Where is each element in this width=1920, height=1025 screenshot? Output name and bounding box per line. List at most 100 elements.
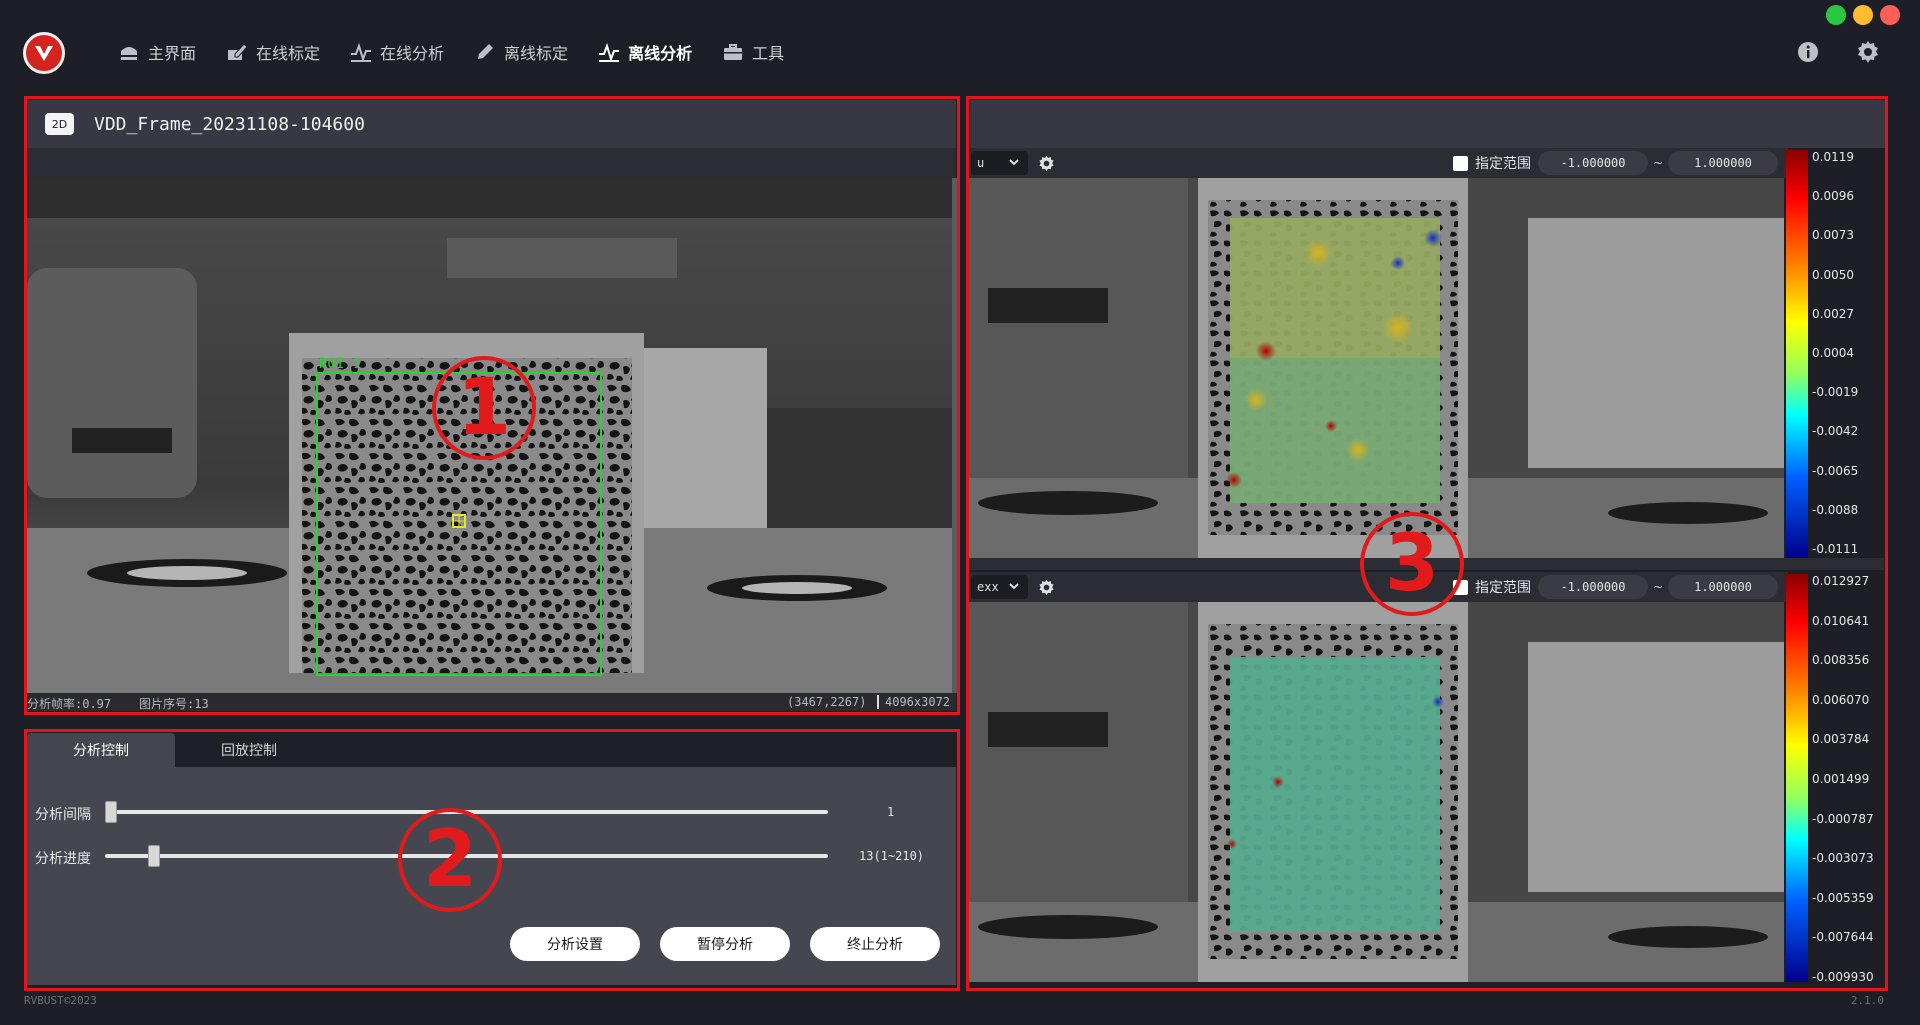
exx-field-overlay-image — [968, 602, 1784, 982]
nav-offline-analysis-label: 离线分析 — [628, 44, 693, 63]
view-settings-gear-icon[interactable] — [1038, 155, 1055, 172]
nav-home[interactable]: 主界面 — [118, 38, 196, 66]
annotation-2: 2 — [398, 808, 502, 912]
pen-icon — [228, 43, 248, 60]
toolbox-icon — [724, 44, 743, 60]
chevron-down-icon — [1009, 159, 1019, 166]
frame-title: VDD_Frame_20231108-104600 — [94, 113, 365, 135]
analysis-settings-button[interactable]: 分析设置 — [510, 927, 640, 961]
nav-offline-analysis[interactable]: 离线分析 — [598, 38, 692, 66]
nav-offline-calibration-label: 离线标定 — [504, 44, 569, 63]
colorbar-tick-label: 0.0096 — [1812, 189, 1854, 204]
u-field-overlay-image — [968, 178, 1784, 558]
nav-tools-label: 工具 — [752, 44, 785, 63]
colorbar-tick-label: 0.0027 — [1812, 306, 1854, 321]
home-icon — [121, 47, 137, 60]
colorbar-tick-label: -0.0088 — [1812, 502, 1859, 517]
roi-label: ROI_1 — [319, 356, 361, 372]
progress-label: 分析进度 — [35, 851, 91, 867]
image-status-bar: 分析帧率:0.97 图片序号:13 (3467,2267) 4096x3072 — [27, 693, 956, 711]
colorbar-tick-label: 0.0119 — [1812, 150, 1854, 164]
frame-header: 2D VDD_Frame_20231108-104600 — [27, 100, 956, 148]
cursor-coordinate: (3467,2267) — [787, 695, 867, 709]
range-checkbox[interactable] — [1453, 156, 1468, 171]
tab-playback-control[interactable]: 回放控制 — [175, 733, 323, 767]
image-resolution: 4096x3072 — [877, 695, 950, 709]
maximize-button[interactable] — [1853, 5, 1873, 25]
colorbar-tick-label: -0.0042 — [1812, 424, 1859, 439]
interval-value: 1 — [887, 805, 895, 819]
pulse-icon — [351, 42, 372, 63]
u-colorbar — [1786, 150, 1808, 558]
view-mode-badge[interactable]: 2D — [45, 113, 74, 135]
colorbar-tick-label: 0.006070 — [1812, 692, 1870, 707]
minimize-button[interactable] — [1826, 5, 1846, 25]
colorbar-tick-label: 0.001499 — [1812, 772, 1870, 786]
nav-offline-calibration[interactable]: 离线标定 — [474, 38, 568, 66]
info-icon[interactable] — [1796, 40, 1820, 64]
colorbar-tick-label: -0.000787 — [1812, 811, 1874, 826]
colorbar-tick-label: 0.008356 — [1812, 653, 1870, 668]
nav-tools[interactable]: 工具 — [722, 38, 784, 66]
colorbar-tick-label: -0.007644 — [1812, 930, 1874, 945]
colorbar-tick-label: -0.0019 — [1812, 385, 1859, 400]
colorbar-tick-label: 0.0050 — [1812, 267, 1854, 282]
window-controls — [1826, 5, 1900, 25]
range-min-input[interactable]: -1.000000 — [1538, 575, 1648, 599]
pencil-icon — [478, 44, 494, 59]
range-label: 指定范围 — [1475, 580, 1531, 596]
colorbar-tick-label: -0.0111 — [1812, 542, 1859, 556]
nav-online-analysis[interactable]: 在线分析 — [350, 38, 444, 66]
main-nav: 主界面 在线标定 在线分析 离线标定 离线分析 工具 — [118, 38, 814, 66]
colorbar-tick-label: 0.003784 — [1812, 732, 1870, 747]
interval-label: 分析间隔 — [35, 807, 91, 823]
tab-analysis-control[interactable]: 分析控制 — [27, 733, 175, 767]
frame-subbar — [27, 148, 956, 178]
range-max-input[interactable]: 1.000000 — [1668, 575, 1778, 599]
analysis-rate: 分析帧率:0.97 — [27, 697, 112, 711]
nav-online-calibration[interactable]: 在线标定 — [226, 38, 320, 66]
exx-colorbar — [1786, 574, 1808, 982]
result-image-u[interactable] — [968, 178, 1784, 558]
colorbar-tick-label: 0.010641 — [1812, 613, 1870, 628]
colorbar-tick-label: 0.0073 — [1812, 228, 1854, 243]
colorbar-tick-label: -0.005359 — [1812, 890, 1874, 905]
control-tabs: 分析控制 回放控制 — [27, 733, 952, 767]
nav-home-label: 主界面 — [148, 44, 197, 63]
range-separator: ~ — [1653, 156, 1664, 170]
field-select-value: exx — [977, 580, 999, 594]
colorbar-tick-label: -0.0065 — [1812, 463, 1859, 478]
version: 2.1.0 — [1850, 994, 1884, 1007]
nav-online-calibration-label: 在线标定 — [256, 44, 321, 63]
field-select-exx[interactable]: exx — [971, 575, 1028, 599]
annotation-1: 1 — [432, 356, 536, 460]
result-image-exx[interactable] — [968, 602, 1784, 982]
field-select-u[interactable]: u — [971, 151, 1028, 175]
settings-gear-icon[interactable] — [1856, 40, 1880, 64]
progress-slider-thumb[interactable] — [147, 845, 160, 867]
range-label: 指定范围 — [1475, 156, 1531, 172]
image-index: 图片序号:13 — [139, 697, 209, 711]
stop-analysis-button[interactable]: 终止分析 — [810, 927, 940, 961]
close-button[interactable] — [1880, 5, 1900, 25]
colorbar-tick-label: -0.009930 — [1812, 970, 1874, 984]
view-settings-gear-icon[interactable] — [1038, 579, 1055, 596]
top-bar: 主界面 在线标定 在线分析 离线标定 离线分析 工具 — [0, 0, 1920, 95]
range-max-input[interactable]: 1.000000 — [1668, 151, 1778, 175]
view-toolbar-u: u 指定范围 -1.000000 ~ 1.000000 — [968, 148, 1788, 178]
colorbar-tick-label: 0.012927 — [1812, 574, 1870, 588]
progress-value: 13(1~210) — [859, 849, 925, 863]
app-window: 主界面 在线标定 在线分析 离线标定 离线分析 工具 2D VDD_Frame_… — [0, 0, 1920, 1025]
colorbar-tick-label: -0.003073 — [1812, 851, 1874, 866]
field-select-value: u — [977, 156, 985, 170]
results-header — [970, 100, 1886, 148]
colorbar-tick-label: 0.0004 — [1812, 346, 1854, 360]
annotation-3: 3 — [1360, 512, 1464, 616]
interval-slider-thumb[interactable] — [105, 801, 117, 823]
app-logo — [23, 32, 65, 74]
image-scrollbar[interactable] — [952, 178, 957, 693]
range-min-input[interactable]: -1.000000 — [1538, 151, 1648, 175]
copyright: RVBUST©2023 — [24, 994, 97, 1007]
chevron-down-icon — [1009, 583, 1019, 590]
pause-analysis-button[interactable]: 暂停分析 — [660, 927, 790, 961]
